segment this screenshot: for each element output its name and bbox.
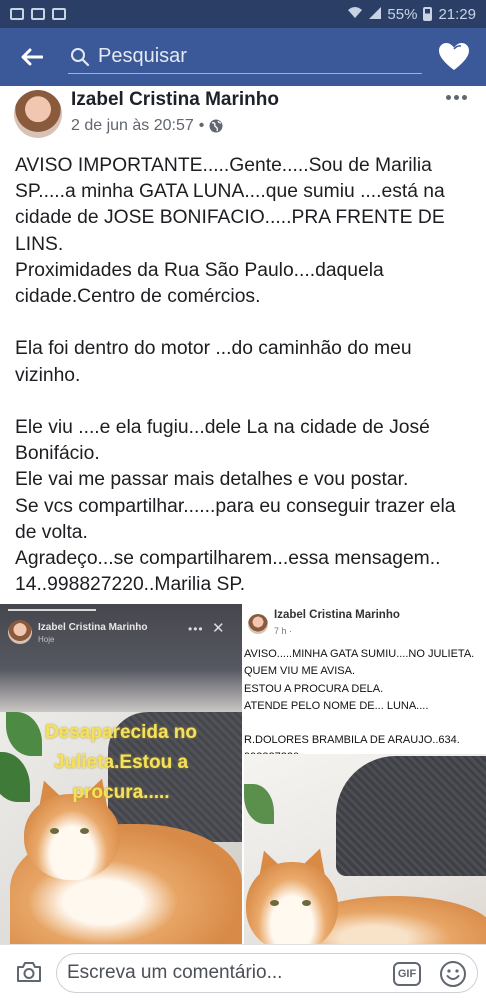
status-bar: 55% 21:29 [0,0,486,28]
screenshot-time: 7 h · [274,626,293,636]
screenshot-author: Izabel Cristina Marinho [274,609,400,621]
battery-percent: 55% [387,5,418,23]
chair [336,756,486,876]
screenshot-line: AVISO.....MINHA GATA SUMIU....NO JULIETA… [244,648,475,660]
story-overlay-text: Desaparecida no Julieta.Estou a procura.… [6,718,236,808]
overlay-line: Desaparecida no [44,722,198,743]
notification-icon [52,8,66,20]
post-text-line: Ele vai me passar mais detalhes e vou po… [15,469,409,491]
overlay-line: procura..... [72,782,170,803]
comment-placeholder: Escreva um comentário... [67,962,283,983]
post-text-line: SP.....a minha GATA LUNA....que sumiu ..… [15,181,445,203]
app-bar: Pesquisar [0,28,486,86]
cat-eye [270,900,279,906]
search-placeholder: Pesquisar [98,45,187,67]
cat-eye [302,900,311,906]
globe-icon [209,119,223,133]
story-header: Izabel Cristina Marinho Hoje ••• ✕ [0,604,242,712]
notification-icons [10,8,66,20]
story-close-icon: ✕ [212,620,225,637]
cat-photo: Desaparecida no Julieta.Estou a procura.… [0,712,242,944]
post-text-line: Se vcs compartilhar......para eu consegu… [15,495,456,517]
post-photo-right[interactable]: Izabel Cristina Marinho 7 h · AVISO.....… [244,604,486,944]
search-icon [71,47,90,66]
cat-eye [80,828,89,834]
post-text-line [15,310,477,336]
camera-icon [17,962,41,982]
back-button[interactable] [0,28,64,86]
heart-icon [439,43,469,70]
cat-head [246,862,338,944]
cat-photo [244,754,486,944]
camera-button[interactable] [16,960,42,984]
post-text-line: cidade.Centro de comércios. [15,286,261,308]
smiley-icon [440,961,466,987]
post-text-line: AVISO IMPORTANTE.....Gente.....Sou de Ma… [15,155,432,176]
notification-icon [10,8,24,20]
comment-bar: Escreva um comentário... GIF [0,944,486,1000]
heart-button[interactable] [438,42,470,72]
post-text-line: LINS. [15,233,64,255]
post-author[interactable]: Izabel Cristina Marinho [71,89,279,111]
emoji-button[interactable] [439,960,467,988]
post-text-line: Bonifácio. [15,443,100,465]
post-timestamp[interactable]: 2 de jun às 20:57 [71,117,194,135]
post-text-line [15,389,477,415]
story-time: Hoje [38,635,55,644]
notification-icon [31,8,45,20]
screenshot-line: R.DOLORES BRAMBILA DE ARAUJO..634. [244,734,460,747]
post-text-line: Proximidades da Rua São Paulo....daquela [15,259,384,281]
post-text-line: vizinho. [15,364,81,386]
post-text-line: Agradeço...se compartilharem...essa mens… [15,548,441,570]
screenshot-post: Izabel Cristina Marinho 7 h · AVISO.....… [244,604,486,763]
wifi-icon [347,6,363,23]
leaf [244,784,274,824]
post-header: Izabel Cristina Marinho 2 de jun às 20:5… [0,86,486,148]
gif-button[interactable]: GIF [393,962,421,986]
story-more-icon: ••• [188,622,204,636]
screenshot-line [244,715,474,732]
story-avatar [8,620,32,644]
overlay-line: Julieta.Estou a [53,752,189,773]
post-text-line: Ela foi dentro do motor ...do caminhão d… [15,338,412,360]
screenshot-line: ATENDE PELO NOME DE... LUNA.... [244,699,429,712]
post-text-line: 14..998827220..Marilia SP. [15,574,246,596]
post-text-line: cidade de JOSE BONIFACIO.....PRA FRENTE … [15,207,445,229]
story-author: Izabel Cristina Marinho [38,622,148,633]
screenshot-line: ESTOU A PROCURA DELA. [244,682,384,695]
arrow-left-icon [21,48,43,66]
avatar[interactable] [14,90,62,138]
post-text-line: de volta. [15,521,88,543]
comment-input[interactable]: Escreva um comentário... GIF [56,953,478,993]
screenshot-line: QUEM VIU ME AVISA. [244,665,356,678]
battery-icon [423,7,433,21]
cat-eye [50,828,59,834]
signal-icon [369,6,382,23]
screenshot-text: AVISO.....MINHA GATA SUMIU....NO JULIETA… [244,646,474,767]
meta-separator: • [198,117,205,134]
post-meta: 2 de jun às 20:57 • [71,117,223,135]
search-input[interactable]: Pesquisar [68,40,422,74]
more-options-icon[interactable] [444,90,468,104]
post-text-line: Ele viu ....e ela fugiu...dele La na cid… [15,417,430,438]
clock: 21:29 [438,5,476,23]
screenshot-avatar [248,614,268,634]
post-photo-left[interactable]: Izabel Cristina Marinho Hoje ••• ✕ Desap… [0,604,242,944]
story-progress-bar [8,609,96,611]
post-text: AVISO IMPORTANTE.....Gente.....Sou de Ma… [15,153,477,598]
